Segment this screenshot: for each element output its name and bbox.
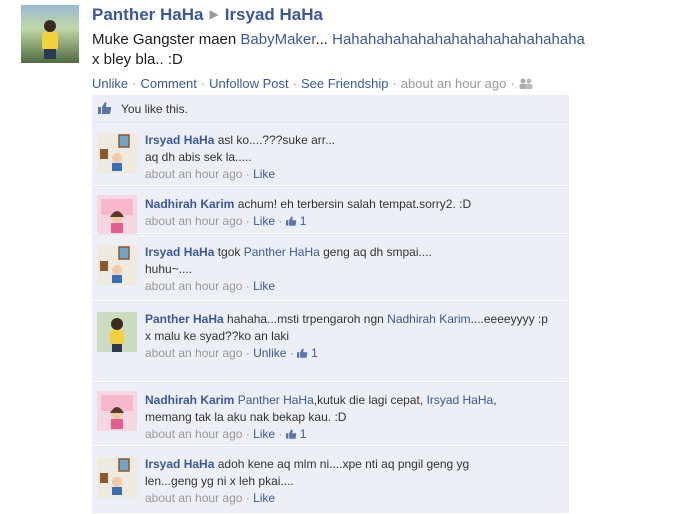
comment-meta: about an hour ago · Like — [145, 491, 276, 505]
commenter-avatar[interactable] — [97, 391, 137, 431]
like-text: You like this. — [121, 102, 188, 116]
comment-item: Nadhirah Karim achum! eh terbersin salah… — [92, 186, 569, 235]
comment-like-button[interactable]: Like — [253, 279, 275, 293]
comment-text: tgok — [217, 245, 244, 259]
commenter-name[interactable]: Irsyad HaHa — [145, 457, 214, 471]
comment-body: Irsyad HaHa adoh kene aq mlm ni....xpe n… — [145, 456, 560, 507]
comment-time[interactable]: about an hour ago — [145, 346, 242, 360]
comment-text-line2: aq dh abis sek la..... — [145, 150, 252, 164]
mention-link[interactable]: Panther HaHa — [238, 393, 314, 407]
thumbs-up-icon — [98, 102, 111, 114]
girl-avatar-icon — [97, 391, 137, 431]
room-avatar-icon — [97, 133, 137, 173]
author-link[interactable]: Panther HaHa — [92, 5, 203, 24]
commenter-avatar[interactable] — [97, 195, 137, 235]
post-message: Muke Gangster maen BabyMaker... Hahahaha… — [92, 30, 637, 70]
comment-unlike-button[interactable]: Unlike — [253, 346, 286, 360]
comment-text: adoh kene aq mlm ni....xpe nti aq pngil … — [217, 457, 470, 471]
commenter-avatar[interactable] — [97, 312, 137, 352]
comment-like-count[interactable]: 1 — [285, 214, 307, 228]
comment-text-post: , — [493, 393, 497, 407]
message-text: Muke Gangster maen — [92, 31, 241, 48]
room-avatar-icon — [97, 245, 137, 285]
comment-text: asl ko....???suke arr... — [217, 133, 336, 147]
mention-link[interactable]: Panther HaHa — [244, 245, 320, 259]
comment-button[interactable]: Comment — [140, 76, 196, 91]
comment-text: achum! eh terbersin salah tempat.sorry2.… — [237, 197, 472, 211]
comments-box: You like this. Irsyad HaHa asl ko....???… — [92, 95, 569, 514]
comment-body: Nadhirah Karim achum! eh terbersin salah… — [145, 196, 560, 230]
comment-time[interactable]: about an hour ago — [145, 491, 242, 505]
room-avatar-icon — [97, 457, 137, 497]
post-header: Panther HaHa ▶ Irsyad HaHa — [92, 5, 323, 25]
thumbs-up-icon — [285, 216, 296, 226]
see-friendship-button[interactable]: See Friendship — [301, 76, 388, 91]
commenter-name[interactable]: Irsyad HaHa — [145, 245, 214, 259]
comment-time[interactable]: about an hour ago — [145, 167, 242, 181]
girl-avatar-icon — [97, 195, 137, 235]
haha-link[interactable]: Hahahahahahahahahahahahahahaha — [328, 31, 585, 48]
comment-text-line2: x malu ke syad??ko an laki — [145, 329, 290, 343]
commenter-name[interactable]: Nadhirah Karim — [145, 393, 234, 407]
post-timestamp[interactable]: about an hour ago — [401, 76, 507, 91]
friends-icon — [519, 78, 533, 89]
mention-link[interactable]: Nadhirah Karim — [387, 312, 470, 326]
comment-item: Irsyad HaHa adoh kene aq mlm ni....xpe n… — [92, 446, 569, 514]
comment-meta: about an hour ago · Like · 1 — [145, 427, 307, 441]
comment-text-post: geng aq dh smpai.... — [319, 245, 432, 259]
person-avatar-icon — [97, 312, 137, 352]
person-icon — [42, 20, 58, 59]
comment-time[interactable]: about an hour ago — [145, 427, 242, 441]
comment-body: Nadhirah Karim Panther HaHa,kutuk die la… — [145, 392, 560, 443]
commenter-avatar[interactable] — [97, 245, 137, 285]
comment-item: Irsyad HaHa tgok Panther HaHa geng aq dh… — [92, 234, 569, 301]
comment-like-button[interactable]: Like — [253, 167, 275, 181]
like-count: 1 — [311, 346, 318, 360]
comment-meta: about an hour ago · Unlike · 1 — [145, 346, 318, 360]
commenter-name[interactable]: Nadhirah Karim — [145, 197, 234, 211]
comment-text-post: ....eeeeyyyy :p — [470, 312, 548, 326]
arrow-right-icon: ▶ — [209, 7, 219, 21]
comment-text: hahaha...msti trpengaroh ngn — [227, 312, 388, 326]
comment-body: Irsyad HaHa tgok Panther HaHa geng aq dh… — [145, 244, 560, 295]
unlike-button[interactable]: Unlike — [92, 76, 128, 91]
commenter-avatar[interactable] — [97, 133, 137, 173]
comment-like-count[interactable]: 1 — [297, 346, 318, 360]
comment-item: Panther HaHa hahaha...msti trpengaroh ng… — [92, 301, 569, 382]
comment-text-line2: memang tak la aku nak bekap kau. :D — [145, 410, 347, 424]
comment-body: Panther HaHa hahaha...msti trpengaroh ng… — [145, 311, 560, 362]
unfollow-button[interactable]: Unfollow Post — [209, 76, 288, 91]
comment-like-button[interactable]: Like — [253, 427, 275, 441]
message-ellipsis: ... — [315, 31, 328, 48]
thumbs-up-icon — [297, 348, 308, 358]
thumbs-up-icon — [285, 429, 296, 439]
comment-like-button[interactable]: Like — [253, 491, 275, 505]
comment-item: Nadhirah Karim Panther HaHa,kutuk die la… — [92, 382, 569, 446]
author-avatar[interactable] — [21, 5, 79, 63]
like-count: 1 — [299, 427, 307, 441]
comment-body: Irsyad HaHa asl ko....???suke arr... aq … — [145, 132, 560, 183]
comment-time[interactable]: about an hour ago — [145, 214, 242, 228]
comment-text: ,kutuk die lagi cepat, — [313, 393, 427, 407]
message-line2: x bley bla.. :D — [92, 51, 183, 68]
commenter-name[interactable]: Panther HaHa — [145, 312, 224, 326]
comment-time[interactable]: about an hour ago — [145, 279, 242, 293]
target-link[interactable]: Irsyad HaHa — [225, 5, 323, 24]
comment-meta: about an hour ago · Like — [145, 279, 276, 293]
comment-meta: about an hour ago · Like — [145, 167, 276, 181]
comment-item: Irsyad HaHa asl ko....???suke arr... aq … — [92, 122, 569, 186]
commenter-avatar[interactable] — [97, 457, 137, 497]
comment-text-line2: len...geng yg ni x leh pkai.... — [145, 474, 294, 488]
post-actions: Unlike · Comment · Unfollow Post · See Friends… — [92, 76, 533, 91]
comment-like-button[interactable]: Like — [253, 214, 275, 228]
like-summary: You like this. — [92, 95, 569, 122]
comment-like-count[interactable]: 1 — [285, 427, 307, 441]
mention-link-2[interactable]: Irsyad HaHa — [426, 393, 493, 407]
comment-meta: about an hour ago · Like · 1 — [145, 214, 307, 228]
babymaker-link[interactable]: BabyMaker — [240, 31, 315, 48]
commenter-name[interactable]: Irsyad HaHa — [145, 133, 214, 147]
like-count: 1 — [299, 214, 307, 228]
comment-text-line2: huhu~.... — [145, 262, 193, 276]
